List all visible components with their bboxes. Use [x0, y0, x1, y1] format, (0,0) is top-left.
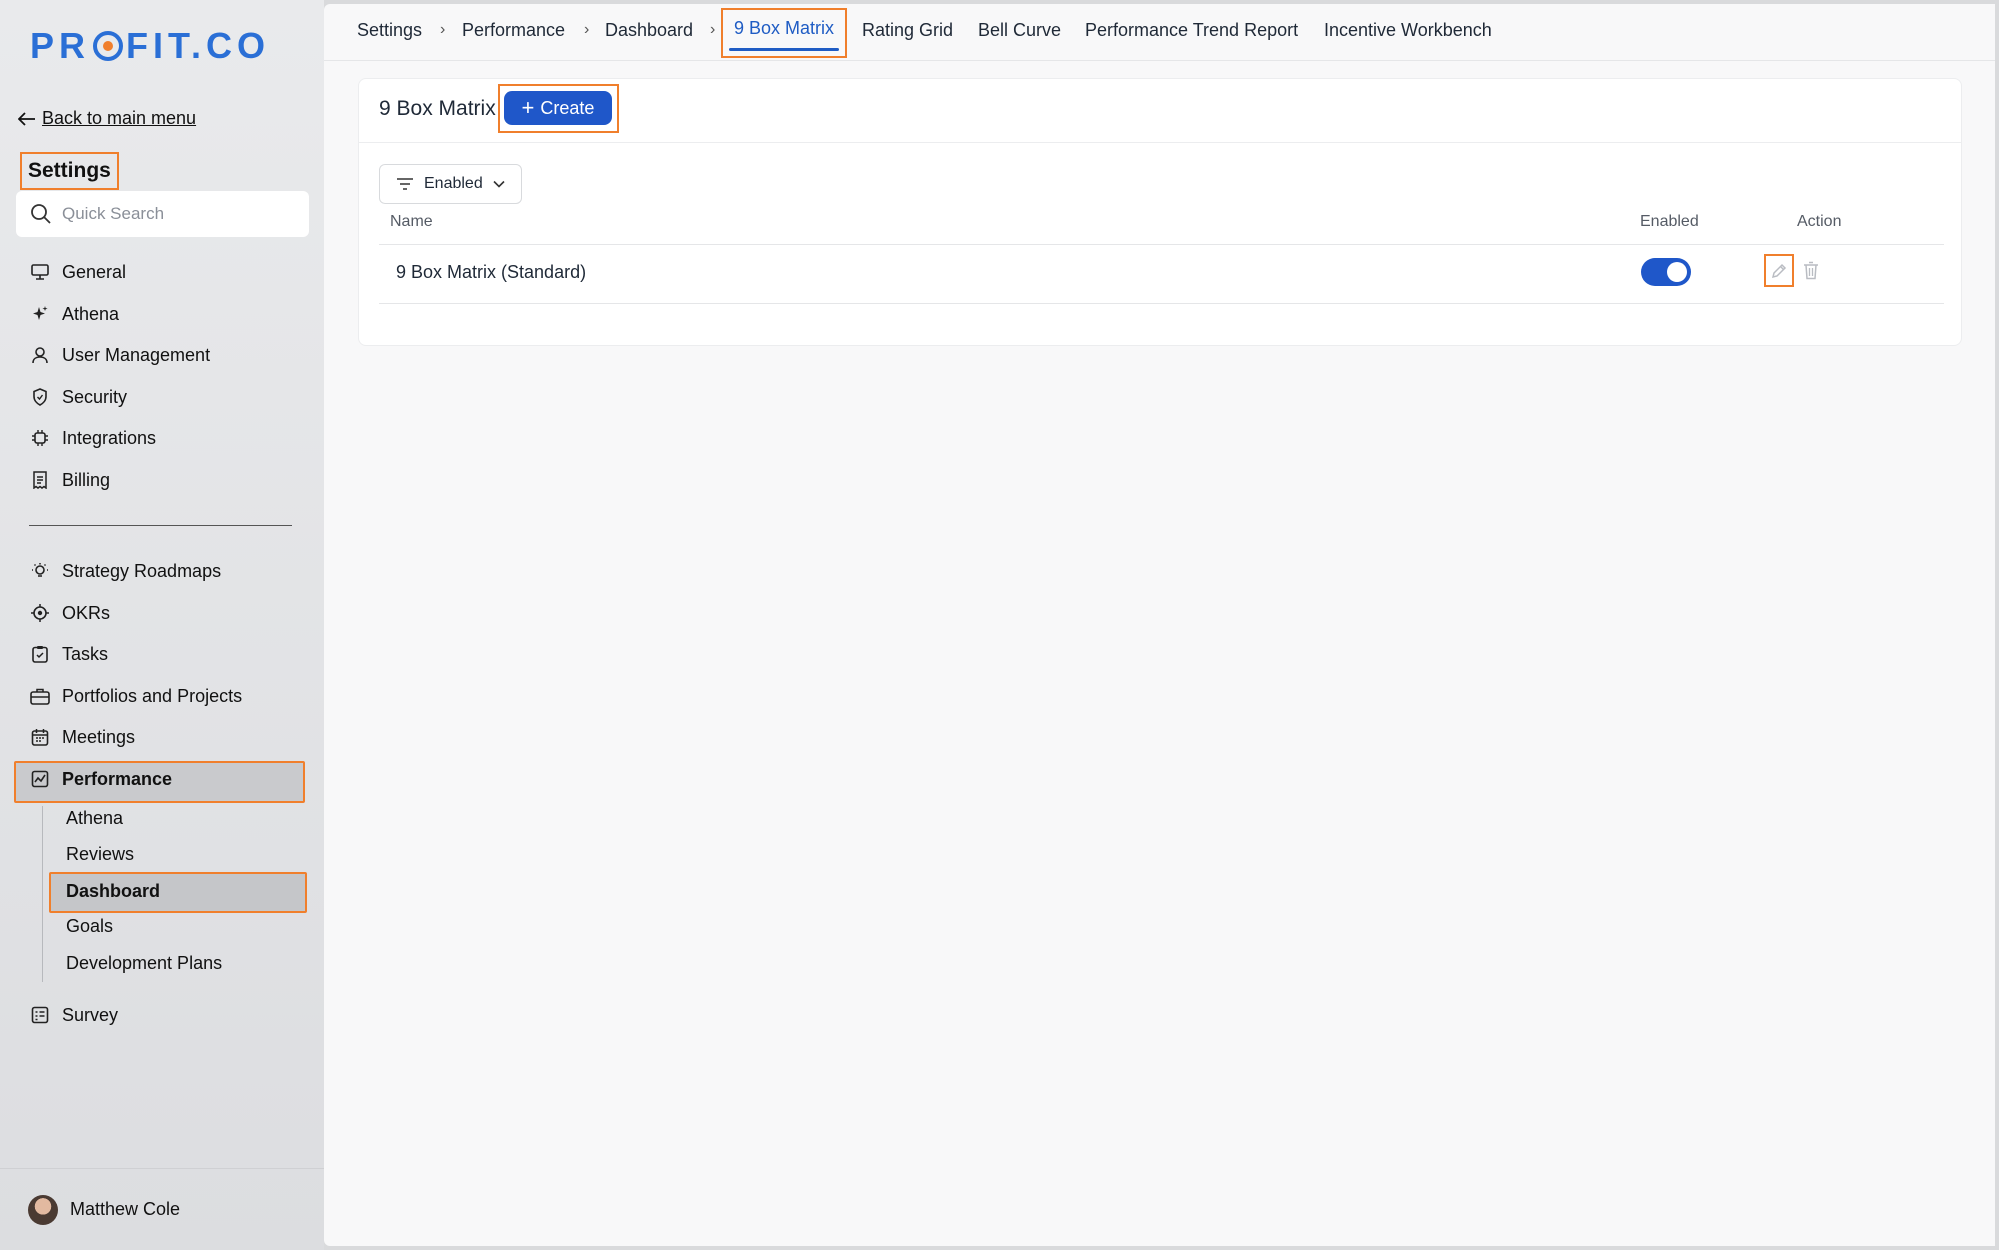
enabled-filter-dropdown[interactable]: Enabled [379, 164, 522, 204]
create-button[interactable]: + Create [504, 91, 612, 125]
sidebar-item-performance[interactable]: Performance [30, 763, 172, 795]
tab-incentive-workbench[interactable]: Incentive Workbench [1324, 13, 1492, 47]
search-placeholder: Quick Search [62, 204, 165, 223]
sidebar-subitem-reviews[interactable]: Reviews [66, 839, 134, 869]
edit-button[interactable] [1764, 254, 1794, 287]
sidebar-item-strategy-roadmaps[interactable]: Strategy Roadmaps [30, 555, 221, 587]
sidebar-subitem-goals[interactable]: Goals [66, 911, 113, 941]
sidebar-item-survey[interactable]: Survey [30, 999, 118, 1031]
clipboard-check-icon [30, 644, 50, 664]
sidebar-divider [29, 525, 292, 526]
survey-icon [30, 1005, 50, 1025]
sidebar-subitem-athena[interactable]: Athena [66, 803, 123, 833]
column-header-name: Name [390, 213, 433, 230]
chip-icon [30, 428, 50, 448]
column-header-action: Action [1797, 213, 1842, 230]
shield-icon [30, 387, 50, 407]
back-to-main-menu-link[interactable]: Back to main menu [18, 108, 196, 129]
top-navigation: Settings › Performance › Dashboard › 9 B… [324, 4, 1995, 61]
tab-rating-grid[interactable]: Rating Grid [862, 13, 953, 47]
table-row: 9 Box Matrix (Standard) [379, 244, 1944, 304]
column-header-enabled: Enabled [1640, 213, 1699, 230]
sidebar-subitem-dashboard[interactable]: Dashboard [66, 876, 160, 906]
sidebar-subitem-development-plans[interactable]: Development Plans [66, 948, 222, 978]
breadcrumb-separator: › [710, 21, 716, 38]
tab-label: 9 Box Matrix [733, 18, 835, 38]
user-icon [30, 345, 50, 365]
tab-performance-trend-report[interactable]: Performance Trend Report [1085, 13, 1298, 47]
breadcrumb-performance[interactable]: Performance [462, 13, 565, 47]
target-icon [30, 603, 50, 623]
create-button-highlight: + Create [498, 84, 619, 133]
filter-icon [397, 178, 413, 190]
tab-bell-curve[interactable]: Bell Curve [978, 13, 1061, 47]
sidebar-item-tasks[interactable]: Tasks [30, 638, 108, 670]
row-name: 9 Box Matrix (Standard) [396, 262, 587, 282]
breadcrumb-settings[interactable]: Settings [357, 13, 422, 47]
sidebar-item-integrations[interactable]: Integrations [30, 422, 156, 454]
sidebar-item-athena[interactable]: Athena [30, 298, 119, 330]
sidebar-item-security[interactable]: Security [30, 381, 127, 413]
sidebar-item-portfolios-and-projects[interactable]: Portfolios and Projects [30, 680, 242, 712]
receipt-icon [30, 470, 50, 490]
calendar-icon [30, 727, 50, 747]
enabled-toggle[interactable] [1641, 258, 1691, 286]
quick-search-input[interactable]: Quick Search [16, 191, 309, 237]
logo-target-icon [93, 31, 124, 61]
page-title: 9 Box Matrix [379, 97, 496, 120]
sidebar: PR FIT.CO Back to main menu Settings Quic… [0, 0, 324, 1250]
user-name: Matthew Cole [70, 1199, 181, 1219]
pencil-icon [1771, 263, 1787, 278]
briefcase-icon [30, 686, 50, 706]
search-icon [31, 204, 51, 224]
active-tab-underline [729, 48, 839, 51]
sidebar-item-meetings[interactable]: Meetings [30, 721, 135, 753]
trash-icon[interactable] [1801, 259, 1821, 281]
filter-label: Enabled [424, 175, 483, 192]
sparkle-icon [30, 304, 50, 324]
monitor-icon [30, 262, 50, 282]
tab-9-box-matrix[interactable]: 9 Box Matrix [721, 8, 847, 58]
profit-co-logo[interactable]: PR FIT.CO [30, 25, 270, 66]
chevron-down-icon [493, 180, 505, 188]
sidebar-item-okrs[interactable]: OKRs [30, 597, 110, 629]
main-content: Settings › Performance › Dashboard › 9 B… [324, 4, 1995, 1246]
sidebar-item-general[interactable]: General [30, 256, 126, 288]
sidebar-item-user-management[interactable]: User Management [30, 339, 210, 371]
back-link-label: Back to main menu [42, 108, 197, 128]
arrow-left-icon [18, 111, 35, 126]
avatar [28, 1194, 58, 1225]
sidebar-item-billing[interactable]: Billing [30, 464, 110, 496]
breadcrumb-dashboard[interactable]: Dashboard [605, 13, 693, 47]
toggle-knob [1667, 262, 1687, 282]
plus-icon: + [521, 95, 535, 120]
lightbulb-icon [30, 561, 50, 581]
breadcrumb-separator: › [584, 21, 590, 38]
nine-box-matrix-card: 9 Box Matrix + Create Enabled Name Enabl… [358, 78, 1962, 346]
create-button-label: Create [540, 97, 595, 118]
settings-title: Settings [20, 152, 119, 190]
user-profile[interactable]: Matthew Cole [0, 1168, 324, 1250]
card-header: 9 Box Matrix + Create [359, 79, 1961, 143]
breadcrumb-separator: › [440, 21, 446, 38]
chart-icon [30, 769, 50, 789]
submenu-line [42, 806, 43, 982]
